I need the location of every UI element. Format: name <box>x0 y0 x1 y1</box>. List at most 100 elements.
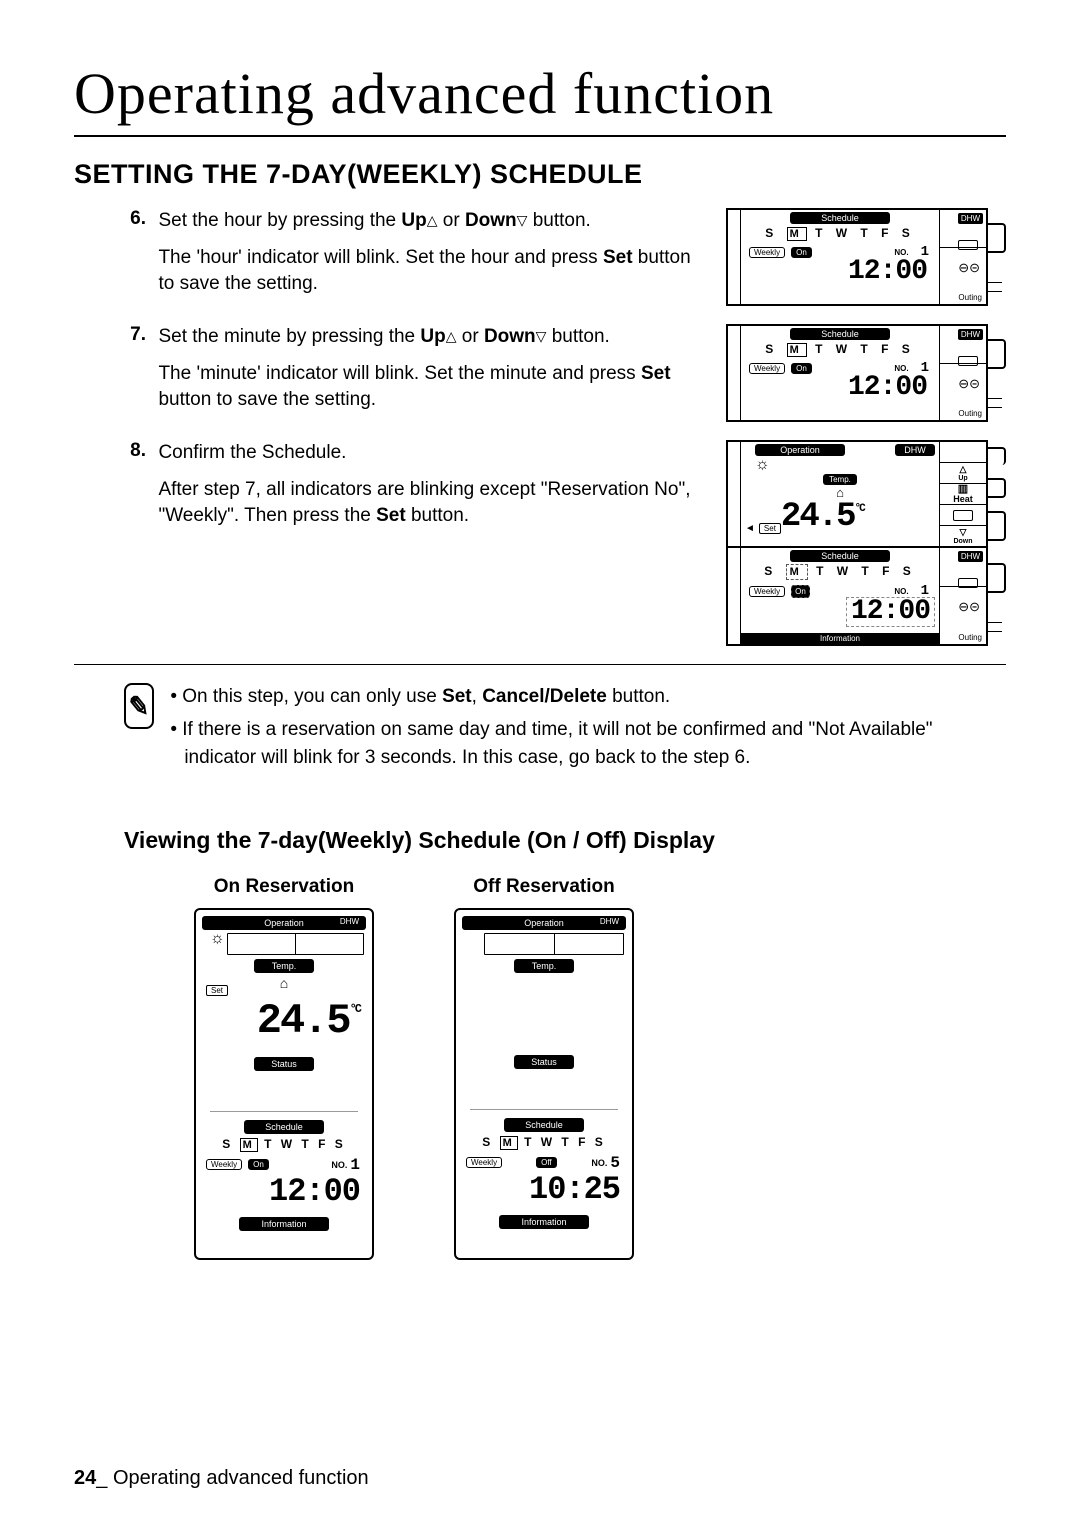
heat-text: Heat <box>953 495 973 504</box>
no-value: 1 <box>921 583 929 599</box>
days-row: S M T W T F S <box>462 1135 626 1150</box>
off-pill: Off <box>536 1157 557 1168</box>
day-selected-dashed: M <box>786 564 808 580</box>
information-bar: Information <box>499 1215 589 1229</box>
no-label: NO.5 <box>591 1154 620 1172</box>
days-row: S M T W T F S <box>202 1137 366 1152</box>
outing-label: Outing <box>958 293 982 302</box>
time-display: 10:25 <box>462 1172 626 1207</box>
chapter-title: Operating advanced function <box>74 60 1006 137</box>
no-value: 5 <box>610 1154 620 1172</box>
temp-display: 24.5°C <box>202 996 366 1046</box>
text: or <box>457 326 484 347</box>
up-icon <box>446 326 457 347</box>
information-bar: Information <box>741 633 939 644</box>
time-display-dashed: 12:00 <box>846 597 935 627</box>
side-tab <box>988 282 1002 292</box>
no-label: NO. <box>894 587 908 596</box>
weekly-pill: Weekly <box>749 363 785 374</box>
weekly-pill: Weekly <box>749 586 785 597</box>
outing-label: Outing <box>958 633 982 642</box>
weekly-pill: Weekly <box>466 1157 502 1168</box>
schedule-bar: Schedule <box>504 1118 584 1132</box>
pointer-icon: ◄ <box>745 523 755 534</box>
car-icon: ⊖⊝ <box>958 599 980 615</box>
dhw-badge: DHW <box>958 551 983 562</box>
text: Confirm the Schedule. <box>158 442 346 463</box>
step-8-number: 8. <box>74 440 154 462</box>
mid-cell <box>940 505 986 526</box>
sun-icon: ☼ <box>202 930 225 955</box>
lcd-step-8-bottom: Schedule S M T W T F S Weekly On NO. 1 1… <box>726 548 988 646</box>
operation-bar: Operation DHW <box>462 916 626 930</box>
note-text: • If there is a reservation on same day … <box>170 716 1006 773</box>
step-6-number: 6. <box>74 208 154 230</box>
time-display: 12:00 <box>745 258 935 286</box>
on-reservation-label: On Reservation <box>194 876 374 898</box>
down-cell: ▽ Down <box>940 526 986 546</box>
text: Set the hour by pressing the <box>158 210 401 231</box>
schedule-bar: Schedule <box>790 212 890 224</box>
information-bar: Information <box>239 1217 329 1231</box>
side-tab <box>988 622 1002 632</box>
rect-icon <box>953 510 973 521</box>
dhw-badge: DHW <box>958 213 983 224</box>
side-tab <box>988 511 1006 541</box>
set-label: Set <box>376 505 406 526</box>
no-label: NO.1 <box>331 1156 360 1174</box>
text: The 'minute' indicator will blink. Set t… <box>158 363 641 384</box>
down-label: Down <box>484 326 536 347</box>
footer-text: Operating advanced function <box>113 1467 369 1489</box>
text: button. <box>607 686 670 707</box>
temp-label: Temp. <box>823 474 857 485</box>
text: button. <box>406 505 469 526</box>
no-value: 1 <box>350 1156 360 1174</box>
dhw-badge: DHW <box>337 917 362 926</box>
schedule-bar: Schedule <box>790 550 890 562</box>
dhw-bar: DHW <box>895 444 935 456</box>
cancel-label: Cancel/Delete <box>482 686 607 707</box>
temp-display: 24.5°C <box>781 500 864 534</box>
step-8-body: Confirm the Schedule. After step 7, all … <box>158 440 700 530</box>
note-list: • On this step, you can only use Set, Ca… <box>170 683 1006 777</box>
full-lcd-on: Operation DHW ☼ Temp. ⌂ Set <box>194 908 374 1260</box>
day-selected: M <box>240 1138 258 1152</box>
up-icon <box>427 210 438 231</box>
car-icon: ⊖⊝ <box>958 260 980 276</box>
full-lcd-off: Operation DHW Temp. Status <box>454 908 634 1260</box>
note-icon: ✎ <box>124 683 154 729</box>
set-pill: Set <box>759 523 781 534</box>
deg-c: °C <box>855 503 864 515</box>
temp-bar: Temp. <box>254 959 314 973</box>
on-pill: On <box>791 363 812 374</box>
down-icon <box>517 210 528 231</box>
on-pill: On <box>248 1159 269 1170</box>
section-heading: SETTING THE 7-DAY(WEEKLY) SCHEDULE <box>74 159 1006 190</box>
down-icon <box>536 326 547 347</box>
down-label: Down <box>465 210 517 231</box>
down-arrow-icon: ▽ <box>960 527 967 538</box>
side-tab <box>988 339 1006 369</box>
days-row: S M T W T F S <box>745 226 935 241</box>
sub-heading: Viewing the 7-day(Weekly) Schedule (On /… <box>74 827 1006 854</box>
up-label: Up <box>420 326 445 347</box>
step-7-number: 7. <box>74 324 154 346</box>
off-reservation-label: Off Reservation <box>454 876 634 898</box>
footer-sep: _ <box>96 1467 113 1489</box>
status-bar: Status <box>514 1055 574 1069</box>
down-text: Down <box>953 538 972 545</box>
side-tab <box>988 478 1006 498</box>
days-row: S M T W T F S <box>745 342 935 357</box>
text: button. <box>527 210 590 231</box>
deg-c: °C <box>350 1002 360 1016</box>
up-text: Up <box>958 475 967 482</box>
set-label: Set <box>641 363 671 384</box>
step-6-body: Set the hour by pressing the Up or Down … <box>158 208 700 298</box>
side-tab <box>988 447 1006 465</box>
on-pill-dashed: On <box>791 585 810 598</box>
outing-label: Outing <box>958 409 982 418</box>
operation-bar: Operation DHW <box>202 916 366 930</box>
text: or <box>438 210 465 231</box>
text: • On this step, you can only use <box>170 686 442 707</box>
up-cell: △ Up <box>940 463 986 484</box>
